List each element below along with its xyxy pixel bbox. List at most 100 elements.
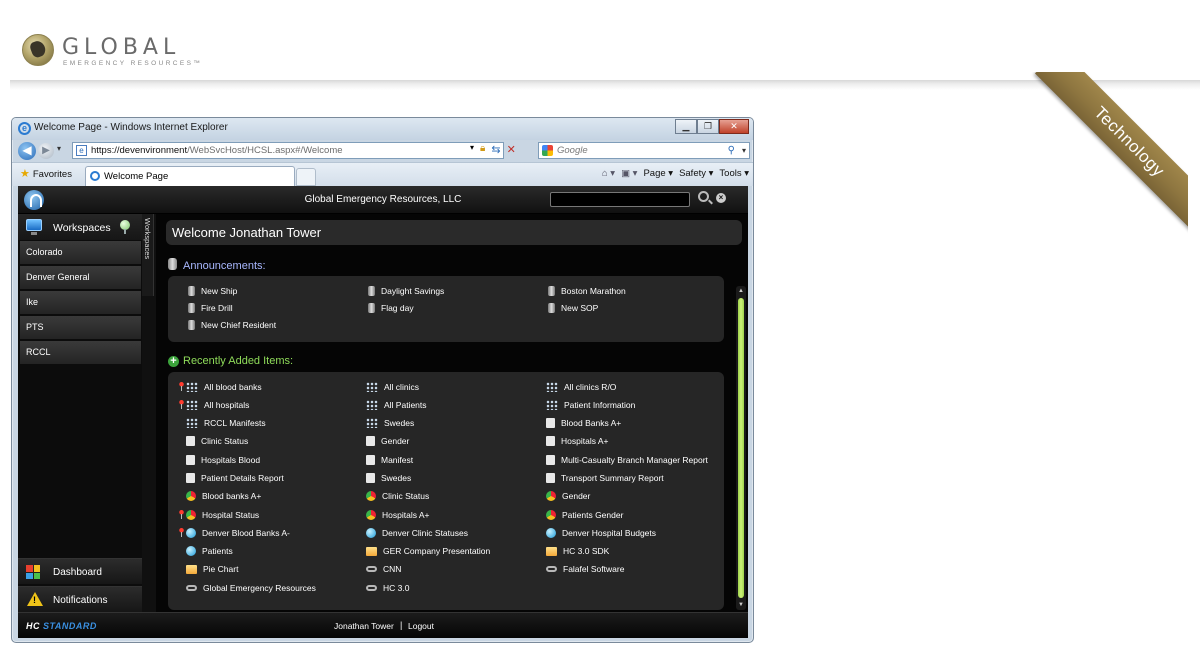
hc-standard-logo: HC STANDARD <box>26 621 97 631</box>
scrollbar[interactable]: ▲ ▼ <box>736 286 746 610</box>
url-input[interactable]: e https://devenvironment/WebSvcHost/HCSL… <box>72 142 504 159</box>
announcement-item[interactable]: Daylight Savings <box>368 284 548 297</box>
recent-item[interactable]: Hospital Status <box>178 508 358 521</box>
sidebar-item-denver-general[interactable]: Denver General <box>20 266 141 289</box>
search-dropdown-icon[interactable]: ▾ <box>742 143 746 158</box>
announcement-item[interactable]: Fire Drill <box>188 301 368 314</box>
url-path: /WebSvcHost/HCSL.aspx#/Welcome <box>187 145 343 156</box>
recent-item[interactable]: Transport Summary Report <box>538 471 718 484</box>
recent-item[interactable]: GER Company Presentation <box>358 545 538 558</box>
clear-search-icon[interactable]: × <box>716 193 726 203</box>
recent-item[interactable]: All hospitals <box>178 398 358 411</box>
recent-item[interactable]: Hospitals A+ <box>538 435 718 448</box>
recent-item[interactable]: Gender <box>538 490 718 503</box>
recent-item[interactable]: All clinics <box>358 380 538 393</box>
recent-item[interactable]: Manifest <box>358 453 538 466</box>
history-dropdown-icon[interactable]: ▾ <box>57 144 61 153</box>
recent-item[interactable]: Denver Clinic Statuses <box>358 526 538 539</box>
scroll-up-icon[interactable]: ▲ <box>736 286 746 296</box>
back-arrow-icon[interactable]: ◀ <box>18 142 36 160</box>
recent-item[interactable]: Patients Gender <box>538 508 718 521</box>
feeds-icon[interactable]: ▣ ▾ <box>621 168 637 179</box>
tab-welcome-page[interactable]: Welcome Page <box>85 166 295 187</box>
new-tab-button[interactable] <box>296 168 316 186</box>
recent-item[interactable]: Swedes <box>358 471 538 484</box>
command-bar: ⌂ ▾ ▣ ▾ Page ▾ Safety ▾ Tools ▾ <box>602 168 749 179</box>
recent-item[interactable]: Clinic Status <box>178 435 358 448</box>
sidebar-item-rccl[interactable]: RCCL <box>20 341 141 364</box>
microphone-icon <box>548 302 555 313</box>
stop-icon[interactable]: ✕ <box>507 143 516 156</box>
recent-item[interactable]: Swedes <box>358 417 538 430</box>
search-icon[interactable] <box>698 191 709 202</box>
minimize-button[interactable]: ▁ <box>675 119 697 134</box>
favorites-button[interactable]: ★ Favorites <box>20 167 72 180</box>
recent-item[interactable]: Denver Hospital Budgets <box>538 526 718 539</box>
recent-item[interactable]: Patients <box>178 545 358 558</box>
recent-item[interactable]: CNN <box>358 563 538 576</box>
recent-item[interactable]: Hospitals A+ <box>358 508 538 521</box>
workspaces-collapse-tab[interactable]: Workspaces <box>142 214 154 296</box>
microphone-icon <box>168 258 177 270</box>
scroll-thumb[interactable] <box>738 298 744 598</box>
restore-button[interactable]: ❐ <box>697 119 719 134</box>
pin-icon[interactable] <box>120 220 130 234</box>
sidebar-item-colorado[interactable]: Colorado <box>20 241 141 264</box>
page-icon: e <box>76 145 87 156</box>
report-icon <box>366 472 375 483</box>
recent-item[interactable]: Patient Information <box>538 398 718 411</box>
url-dropdown-icon[interactable]: ▾ <box>470 143 474 156</box>
sidebar-item-pts[interactable]: PTS <box>20 316 141 339</box>
notifications-button[interactable]: Notifications <box>18 586 142 612</box>
address-actions: ▾ 🔒︎ ⇆ ✕ <box>470 143 516 156</box>
recent-item[interactable]: HC 3.0 <box>358 581 538 594</box>
recent-item[interactable]: Gender <box>358 435 538 448</box>
announcement-item[interactable]: New Ship <box>188 284 368 297</box>
folder-icon <box>366 546 377 556</box>
logout-link[interactable]: Logout <box>408 621 434 631</box>
forward-arrow-icon[interactable]: ▶ <box>38 143 54 159</box>
recent-item[interactable]: Falafel Software <box>538 563 718 576</box>
lock-icon[interactable]: 🔒︎ <box>480 143 485 156</box>
recent-item[interactable]: Hospitals Blood <box>178 453 358 466</box>
home-icon[interactable]: ⌂ ▾ <box>602 168 615 179</box>
report-icon <box>186 472 195 483</box>
refresh-icon[interactable]: ⇆ <box>491 143 500 156</box>
sidebar-item-ike[interactable]: Ike <box>20 291 141 314</box>
recent-item[interactable]: RCCL Manifests <box>178 417 358 430</box>
search-go-icon[interactable]: ⚲ <box>728 143 735 158</box>
dashboard-button[interactable]: Dashboard <box>18 558 142 584</box>
page-menu[interactable]: Page ▾ <box>643 168 673 179</box>
recent-item[interactable]: All Patients <box>358 398 538 411</box>
recent-item[interactable]: Clinic Status <box>358 490 538 503</box>
safety-menu[interactable]: Safety ▾ <box>679 168 713 179</box>
recent-item[interactable]: Global Emergency Resources <box>178 581 358 594</box>
query-icon <box>366 399 378 410</box>
recent-item[interactable]: All blood banks <box>178 380 358 393</box>
close-button[interactable]: ✕ <box>719 119 749 134</box>
scroll-down-icon[interactable]: ▼ <box>736 600 746 610</box>
announcement-item[interactable]: Boston Marathon <box>548 284 728 297</box>
recent-item[interactable]: Denver Blood Banks A- <box>178 526 358 539</box>
announcement-item[interactable]: Flag day <box>368 301 548 314</box>
recent-item[interactable]: Patient Details Report <box>178 471 358 484</box>
announcement-item[interactable]: New Chief Resident <box>188 318 368 331</box>
workspaces-header[interactable]: Workspaces <box>18 214 142 240</box>
star-icon: ★ <box>20 168 30 180</box>
recent-item[interactable]: Blood banks A+ <box>178 490 358 503</box>
browser-search-input[interactable]: Google ⚲ ▾ <box>538 142 750 159</box>
tools-menu[interactable]: Tools ▾ <box>719 168 749 179</box>
recent-item[interactable]: All clinics R/O <box>538 380 718 393</box>
query-icon <box>546 381 558 392</box>
recent-item-label: Patients <box>202 546 233 557</box>
site-logo[interactable]: GLOBAL EMERGENCY RESOURCES™ <box>22 34 222 70</box>
announcement-item[interactable]: New SOP <box>548 301 728 314</box>
recent-item[interactable]: Multi-Casualty Branch Manager Report <box>538 453 718 466</box>
recent-item[interactable]: HC 3.0 SDK <box>538 545 718 558</box>
app-search-input[interactable] <box>550 192 690 207</box>
recent-item[interactable]: Pie Chart <box>178 563 358 576</box>
user-link[interactable]: Jonathan Tower <box>334 621 394 631</box>
recent-item[interactable]: Blood Banks A+ <box>538 417 718 430</box>
recent-item-label: Patient Information <box>564 399 636 410</box>
announcement-label: New Chief Resident <box>201 319 277 330</box>
